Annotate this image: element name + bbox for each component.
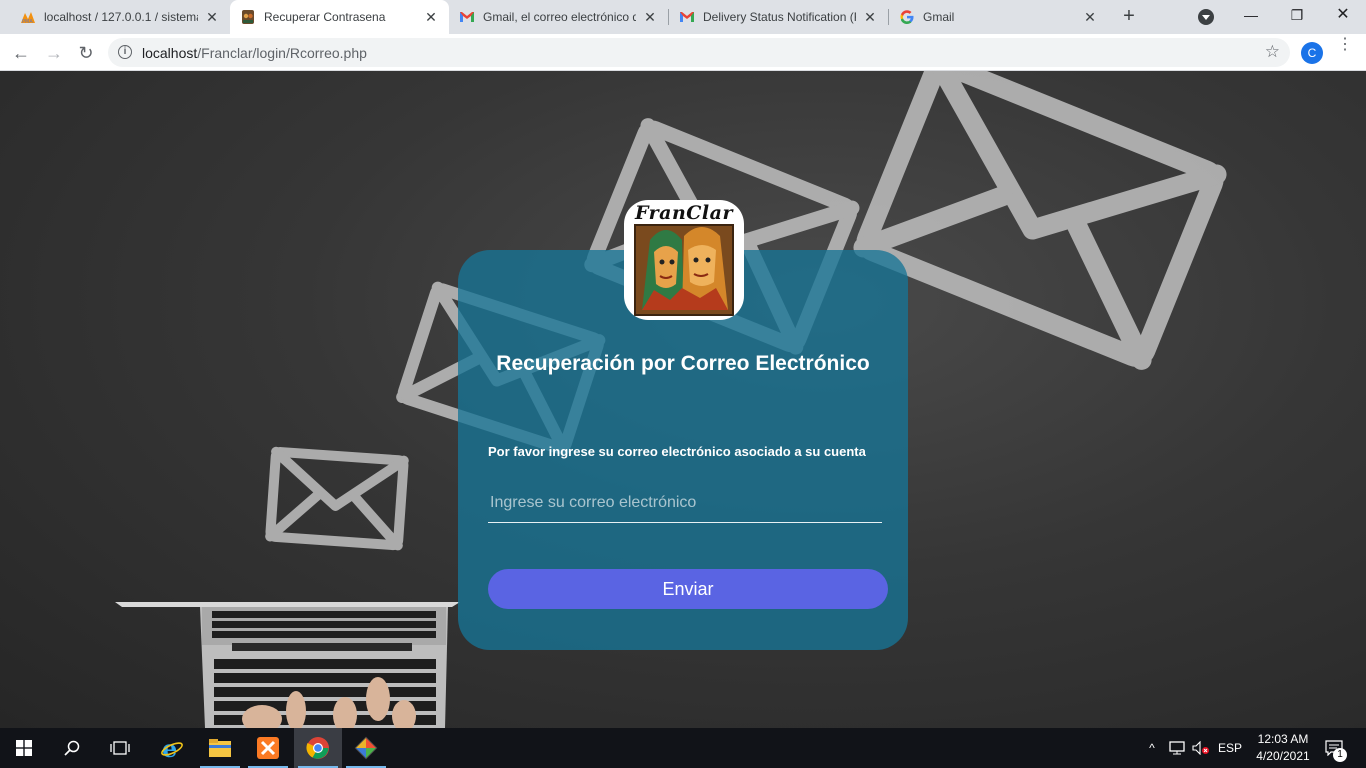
close-window-button[interactable]: ✕ bbox=[1320, 0, 1366, 30]
notifications-icon[interactable] bbox=[1318, 728, 1350, 768]
close-tab-icon[interactable]: ✕ bbox=[862, 9, 878, 25]
clock-time: 12:03 AM bbox=[1257, 732, 1309, 746]
tab-strip: PMA localhost / 127.0.0.1 / sistema ✕ Re… bbox=[0, 0, 1366, 34]
tab-delivery-status[interactable]: Delivery Status Notification (F ✕ bbox=[669, 0, 888, 34]
phpmyadmin-icon: PMA bbox=[20, 9, 36, 25]
tab-phpmyadmin[interactable]: PMA localhost / 127.0.0.1 / sistema ✕ bbox=[10, 0, 230, 34]
svg-text:e: e bbox=[162, 736, 177, 760]
laptop-illustration bbox=[115, 602, 460, 728]
chrome-icon[interactable] bbox=[294, 728, 342, 768]
notification-count-badge: 1 bbox=[1333, 748, 1347, 762]
instructions-text: Por favor ingrese su correo electrónico … bbox=[488, 444, 866, 459]
close-tab-icon[interactable]: ✕ bbox=[423, 9, 439, 25]
url-path: /Franclar/login/Rcorreo.php bbox=[197, 45, 367, 61]
gmail-icon bbox=[679, 9, 695, 25]
tab-title: Delivery Status Notification (F bbox=[703, 10, 856, 24]
clock-date: 4/20/2021 bbox=[1256, 749, 1310, 763]
email-input[interactable] bbox=[488, 483, 882, 523]
browser-menu-icon[interactable]: ⋮ bbox=[1337, 37, 1353, 62]
site-info-icon[interactable]: i bbox=[118, 45, 132, 59]
restore-button[interactable]: ❐ bbox=[1274, 0, 1320, 30]
internet-explorer-icon[interactable]: e bbox=[148, 728, 196, 768]
network-icon[interactable] bbox=[1166, 728, 1188, 768]
franclar-favicon-icon bbox=[240, 9, 256, 25]
profile-avatar[interactable]: C bbox=[1301, 42, 1323, 64]
close-tab-icon[interactable]: ✕ bbox=[642, 9, 658, 25]
url-text[interactable]: localhost/Franclar/login/Rcorreo.php bbox=[142, 45, 367, 61]
reload-icon[interactable]: ↻ bbox=[72, 39, 100, 67]
logo-text: FranClar bbox=[635, 202, 733, 224]
new-tab-button[interactable]: + bbox=[1117, 5, 1141, 29]
git-icon[interactable] bbox=[342, 728, 390, 768]
xampp-icon[interactable] bbox=[244, 728, 292, 768]
windows-taskbar: e ^ ESP 12:03 AM 4/20/2021 bbox=[0, 728, 1366, 768]
back-icon[interactable]: ← bbox=[7, 39, 35, 67]
tab-title: localhost / 127.0.0.1 / sistema bbox=[44, 10, 198, 24]
tab-gmail-inbox[interactable]: Gmail, el correo electrónico de ✕ bbox=[449, 0, 668, 34]
forward-icon[interactable]: → bbox=[40, 39, 68, 67]
tray-expand-icon[interactable]: ^ bbox=[1142, 728, 1162, 768]
minimize-button[interactable]: — bbox=[1228, 0, 1274, 30]
browser-toolbar: ← → ↻ i localhost/Franclar/login/Rcorreo… bbox=[0, 34, 1366, 71]
franclar-logo: FranClar bbox=[624, 200, 744, 320]
submit-button[interactable]: Enviar bbox=[488, 569, 888, 609]
windows-start-icon[interactable] bbox=[0, 728, 48, 768]
volume-muted-icon[interactable] bbox=[1190, 728, 1212, 768]
google-icon bbox=[899, 9, 915, 25]
page-title: Recuperación por Correo Electrónico bbox=[496, 352, 870, 375]
svg-text:PMA: PMA bbox=[22, 19, 33, 24]
tab-gmail[interactable]: Gmail ✕ bbox=[889, 0, 1108, 34]
close-tab-icon[interactable]: ✕ bbox=[1082, 9, 1098, 25]
address-bar[interactable]: i localhost/Franclar/login/Rcorreo.php ☆ bbox=[108, 38, 1290, 67]
search-icon[interactable] bbox=[48, 728, 96, 768]
tab-title: Gmail, el correo electrónico de bbox=[483, 10, 636, 24]
tab-title: Recuperar Contrasena bbox=[264, 10, 386, 24]
tab-search-icon[interactable] bbox=[1198, 9, 1214, 25]
bookmark-star-icon[interactable]: ☆ bbox=[1265, 42, 1280, 62]
language-indicator[interactable]: ESP bbox=[1214, 728, 1246, 768]
clock[interactable]: 12:03 AM 4/20/2021 bbox=[1248, 731, 1318, 765]
task-view-icon[interactable] bbox=[96, 728, 144, 768]
gmail-icon bbox=[459, 9, 475, 25]
url-host: localhost bbox=[142, 45, 198, 61]
tab-title: Gmail bbox=[923, 10, 955, 24]
file-explorer-icon[interactable] bbox=[196, 728, 244, 768]
close-tab-icon[interactable]: ✕ bbox=[204, 9, 220, 25]
tab-recuperar-contrasena[interactable]: Recuperar Contrasena ✕ bbox=[230, 0, 449, 34]
